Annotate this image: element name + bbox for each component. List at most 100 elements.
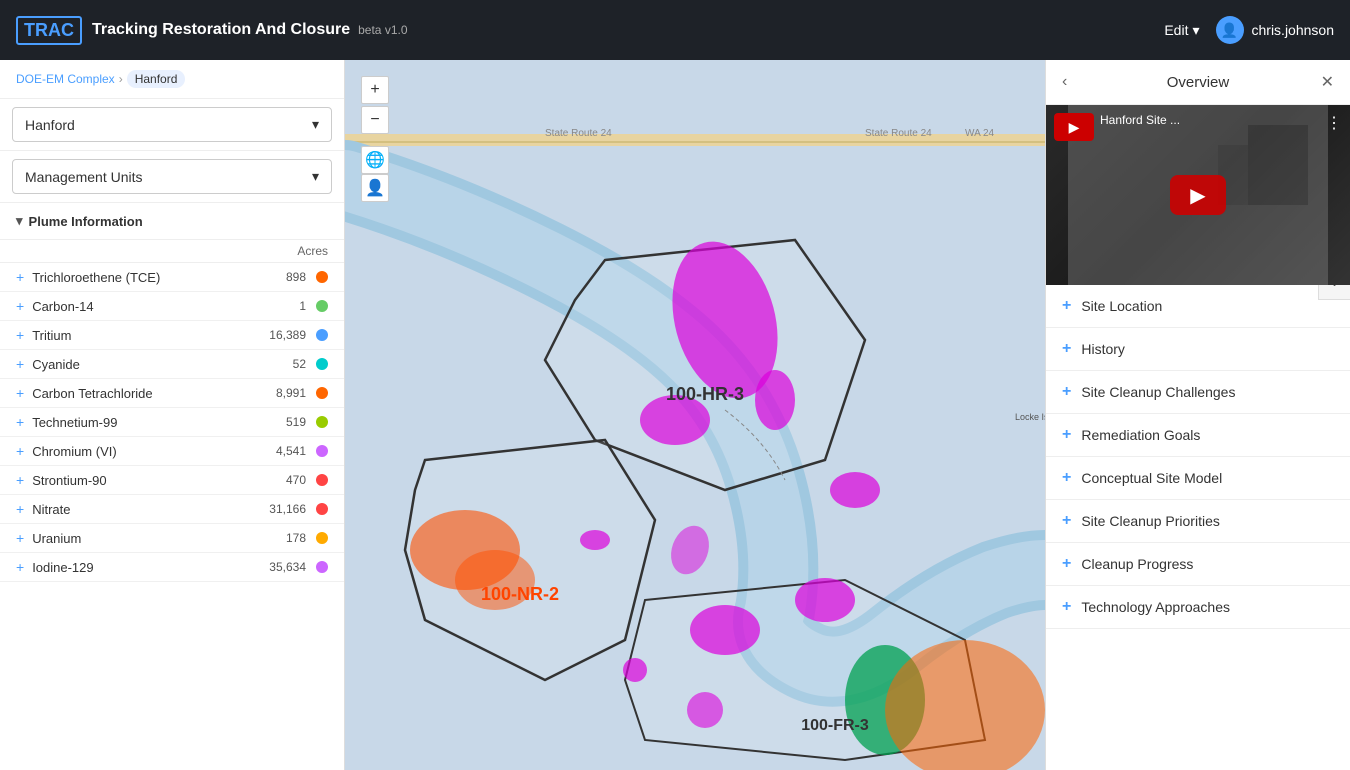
overview-section-item[interactable]: + Conceptual Site Model	[1046, 457, 1350, 500]
right-panel: ‹ Overview ✕ 📋 📊 ⬆ ℹ T ▶ Hanford Site ..…	[1045, 60, 1350, 770]
zoom-in-button[interactable]: +	[361, 76, 389, 104]
panel-header: ‹ Overview ✕	[1046, 60, 1350, 105]
plume-color-dot	[316, 387, 328, 399]
globe-layer-button[interactable]: 🌐	[361, 146, 389, 174]
plume-list-item[interactable]: + Carbon Tetrachloride 8,991	[0, 379, 344, 408]
plume-name: Strontium-90	[32, 473, 286, 488]
user-avatar: 👤	[1216, 16, 1244, 44]
plume-list-item[interactable]: + Uranium 178	[0, 524, 344, 553]
plume-list-item[interactable]: + Technetium-99 519	[0, 408, 344, 437]
plume-color-dot	[316, 445, 328, 457]
map-label-100fr3: 100-FR-3	[801, 717, 869, 734]
plume-expand-icon[interactable]: +	[16, 472, 24, 488]
overview-expand-icon: +	[1062, 512, 1071, 530]
plume-list-item[interactable]: + Nitrate 31,166	[0, 495, 344, 524]
breadcrumb-parent[interactable]: DOE-EM Complex	[16, 72, 115, 86]
overview-section-item[interactable]: + Site Location	[1046, 285, 1350, 328]
plume-acres: 178	[286, 531, 306, 545]
overview-section-item[interactable]: + Cleanup Progress	[1046, 543, 1350, 586]
plume-list-item[interactable]: + Cyanide 52	[0, 350, 344, 379]
youtube-logo: ▶	[1054, 113, 1094, 141]
plume-color-dot	[316, 561, 328, 573]
overview-expand-icon: +	[1062, 297, 1071, 315]
panel-collapse-button[interactable]: ‹	[1062, 73, 1067, 91]
overview-expand-icon: +	[1062, 598, 1071, 616]
plume-acres: 519	[286, 415, 306, 429]
site-dropdown[interactable]: Hanford ▾	[12, 107, 332, 142]
plume-acres: 16,389	[269, 328, 306, 342]
map-label-100nr2: 100-NR-2	[481, 584, 559, 604]
plume-name: Chromium (VI)	[32, 444, 276, 459]
plume-acres: 52	[293, 357, 306, 371]
plume-table: Acres + Trichloroethene (TCE) 898 + Carb…	[0, 240, 344, 582]
plume-name: Tritium	[32, 328, 269, 343]
map-area[interactable]: + − 🌐 👤 State Route 24 State Route 24 WA…	[345, 60, 1045, 770]
map-layer-buttons: 🌐 👤	[361, 142, 389, 202]
plume-name: Technetium-99	[32, 415, 286, 430]
plume-expand-icon[interactable]: +	[16, 356, 24, 372]
plume-expand-icon[interactable]: +	[16, 414, 24, 430]
plume-color-dot	[316, 300, 328, 312]
chevron-down-icon: ▾	[1192, 22, 1199, 39]
plume-name: Carbon Tetrachloride	[32, 386, 276, 401]
edit-button[interactable]: Edit ▾	[1164, 22, 1199, 39]
plume-acres: 4,541	[276, 444, 306, 458]
overview-section-item[interactable]: + History	[1046, 328, 1350, 371]
plume-section-label: Plume Information	[29, 214, 143, 229]
chevron-down-icon: ▾	[312, 116, 319, 133]
plume-expand-icon[interactable]: +	[16, 327, 24, 343]
plume-section-header[interactable]: ▾ Plume Information	[0, 203, 344, 240]
overview-expand-icon: +	[1062, 469, 1071, 487]
top-bar: TRAC Tracking Restoration And Closure be…	[0, 0, 1350, 60]
plume-expand-icon[interactable]: +	[16, 443, 24, 459]
overview-expand-icon: +	[1062, 383, 1071, 401]
beta-tag: beta v1.0	[358, 23, 407, 37]
map-svg: State Route 24 State Route 24 WA 24	[345, 60, 1045, 770]
breadcrumb: DOE-EM Complex › Hanford	[0, 60, 344, 99]
plume-expand-icon[interactable]: +	[16, 269, 24, 285]
plume-color-dot	[316, 271, 328, 283]
plume-acres: 31,166	[269, 502, 306, 516]
video-title-overlay: Hanford Site ...	[1100, 113, 1180, 127]
plume-expand-icon[interactable]: +	[16, 298, 24, 314]
management-units-dropdown-row: Management Units ▾	[0, 151, 344, 203]
chevron-down-icon: ▾	[312, 168, 319, 185]
overview-section-label: Technology Approaches	[1081, 599, 1334, 615]
plume-list-item[interactable]: + Tritium 16,389	[0, 321, 344, 350]
overview-expand-icon: +	[1062, 555, 1071, 573]
site-dropdown-row: Hanford ▾	[0, 99, 344, 151]
plume-name: Iodine-129	[32, 560, 269, 575]
plume-acres: 8,991	[276, 386, 306, 400]
plume-expand-icon[interactable]: +	[16, 559, 24, 575]
panel-title: Overview	[1075, 74, 1320, 91]
plume-list-item[interactable]: + Iodine-129 35,634	[0, 553, 344, 582]
video-menu-button[interactable]: ⋮	[1326, 113, 1342, 133]
breadcrumb-separator: ›	[119, 72, 123, 86]
plume-color-dot	[316, 358, 328, 370]
map-controls: + − 🌐 👤	[361, 76, 389, 202]
plume-expand-icon[interactable]: +	[16, 530, 24, 546]
overview-section-label: History	[1081, 341, 1334, 357]
panel-close-x-button[interactable]: ✕	[1321, 72, 1334, 92]
overview-section-item[interactable]: + Technology Approaches	[1046, 586, 1350, 629]
plume-acres: 35,634	[269, 560, 306, 574]
plume-name: Uranium	[32, 531, 286, 546]
person-layer-button[interactable]: 👤	[361, 174, 389, 202]
plume-list-item[interactable]: + Carbon-14 1	[0, 292, 344, 321]
management-units-dropdown[interactable]: Management Units ▾	[12, 159, 332, 194]
video-thumbnail[interactable]: ▶ Hanford Site ... ⋮ ▶	[1046, 105, 1350, 285]
plume-acres: 470	[286, 473, 306, 487]
overview-section-label: Site Cleanup Challenges	[1081, 384, 1334, 400]
user-info: 👤 chris.johnson	[1216, 16, 1335, 44]
overview-section-item[interactable]: + Remediation Goals	[1046, 414, 1350, 457]
plume-list-item[interactable]: + Trichloroethene (TCE) 898	[0, 263, 344, 292]
plume-list-item[interactable]: + Strontium-90 470	[0, 466, 344, 495]
play-button[interactable]: ▶	[1170, 175, 1226, 215]
plume-acres: 898	[286, 270, 306, 284]
plume-expand-icon[interactable]: +	[16, 501, 24, 517]
overview-section-item[interactable]: + Site Cleanup Challenges	[1046, 371, 1350, 414]
zoom-out-button[interactable]: −	[361, 106, 389, 134]
plume-list-item[interactable]: + Chromium (VI) 4,541	[0, 437, 344, 466]
overview-section-item[interactable]: + Site Cleanup Priorities	[1046, 500, 1350, 543]
plume-expand-icon[interactable]: +	[16, 385, 24, 401]
